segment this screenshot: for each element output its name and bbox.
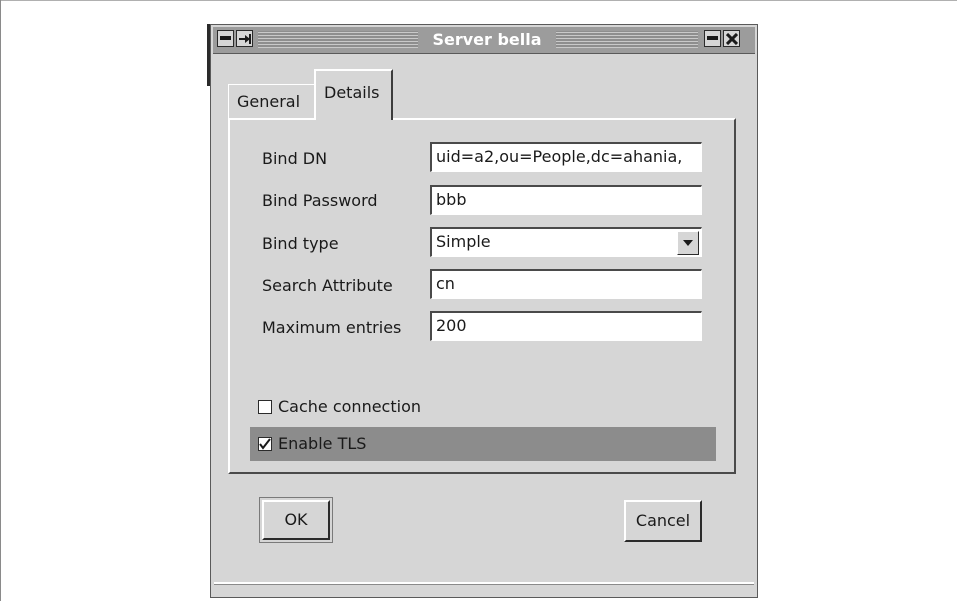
checkmark-icon	[259, 438, 271, 450]
maximum-entries-field[interactable]: 200	[430, 311, 702, 341]
tab-details-label: Details	[324, 83, 380, 102]
window-menu-button[interactable]	[217, 30, 234, 47]
minus-icon	[220, 36, 231, 40]
enable-tls-checkbox[interactable]	[258, 437, 272, 451]
ok-button[interactable]: OK	[259, 497, 333, 543]
bind-dn-label: Bind DN	[262, 149, 328, 168]
bind-type-select[interactable]: Simple	[430, 227, 702, 257]
pin-button[interactable]	[236, 30, 253, 47]
title-grip-left	[258, 31, 418, 48]
minimize-icon	[707, 36, 718, 40]
cancel-button[interactable]: Cancel	[624, 500, 702, 542]
close-icon	[725, 32, 738, 45]
enable-tls-label: Enable TLS	[278, 434, 367, 453]
title-grip-right	[556, 31, 698, 48]
minimize-button[interactable]	[704, 30, 721, 47]
bind-password-label: Bind Password	[262, 191, 378, 210]
search-attribute-label: Search Attribute	[262, 276, 393, 295]
cache-connection-option[interactable]: Cache connection	[250, 390, 716, 424]
bind-dn-field[interactable]: uid=a2,ou=People,dc=ahania,	[430, 142, 702, 172]
tab-general[interactable]: General	[228, 84, 316, 120]
pin-icon	[238, 33, 251, 44]
tab-general-label: General	[237, 92, 301, 111]
title-bar[interactable]: Server bella	[213, 27, 755, 54]
page-frame-top	[0, 0, 957, 1]
bind-type-value: Simple	[436, 232, 491, 251]
page-frame-left	[0, 0, 1, 601]
cache-connection-checkbox[interactable]	[258, 400, 272, 414]
tab-details[interactable]: Details	[314, 69, 393, 120]
chevron-down-icon	[683, 240, 693, 246]
bind-type-label: Bind type	[262, 234, 339, 253]
cache-connection-label: Cache connection	[278, 397, 421, 416]
close-button[interactable]	[723, 30, 740, 47]
bind-type-dropdown-button[interactable]	[677, 231, 699, 255]
maximum-entries-label: Maximum entries	[262, 318, 402, 337]
enable-tls-option[interactable]: Enable TLS	[250, 427, 716, 461]
server-dialog-window: Server bella General Details Bind DN uid…	[210, 24, 758, 598]
bind-password-field[interactable]: bbb	[430, 185, 702, 215]
search-attribute-field[interactable]: cn	[430, 269, 702, 299]
window-bottom-divider	[214, 582, 754, 585]
window-title: Server bella	[421, 27, 553, 53]
